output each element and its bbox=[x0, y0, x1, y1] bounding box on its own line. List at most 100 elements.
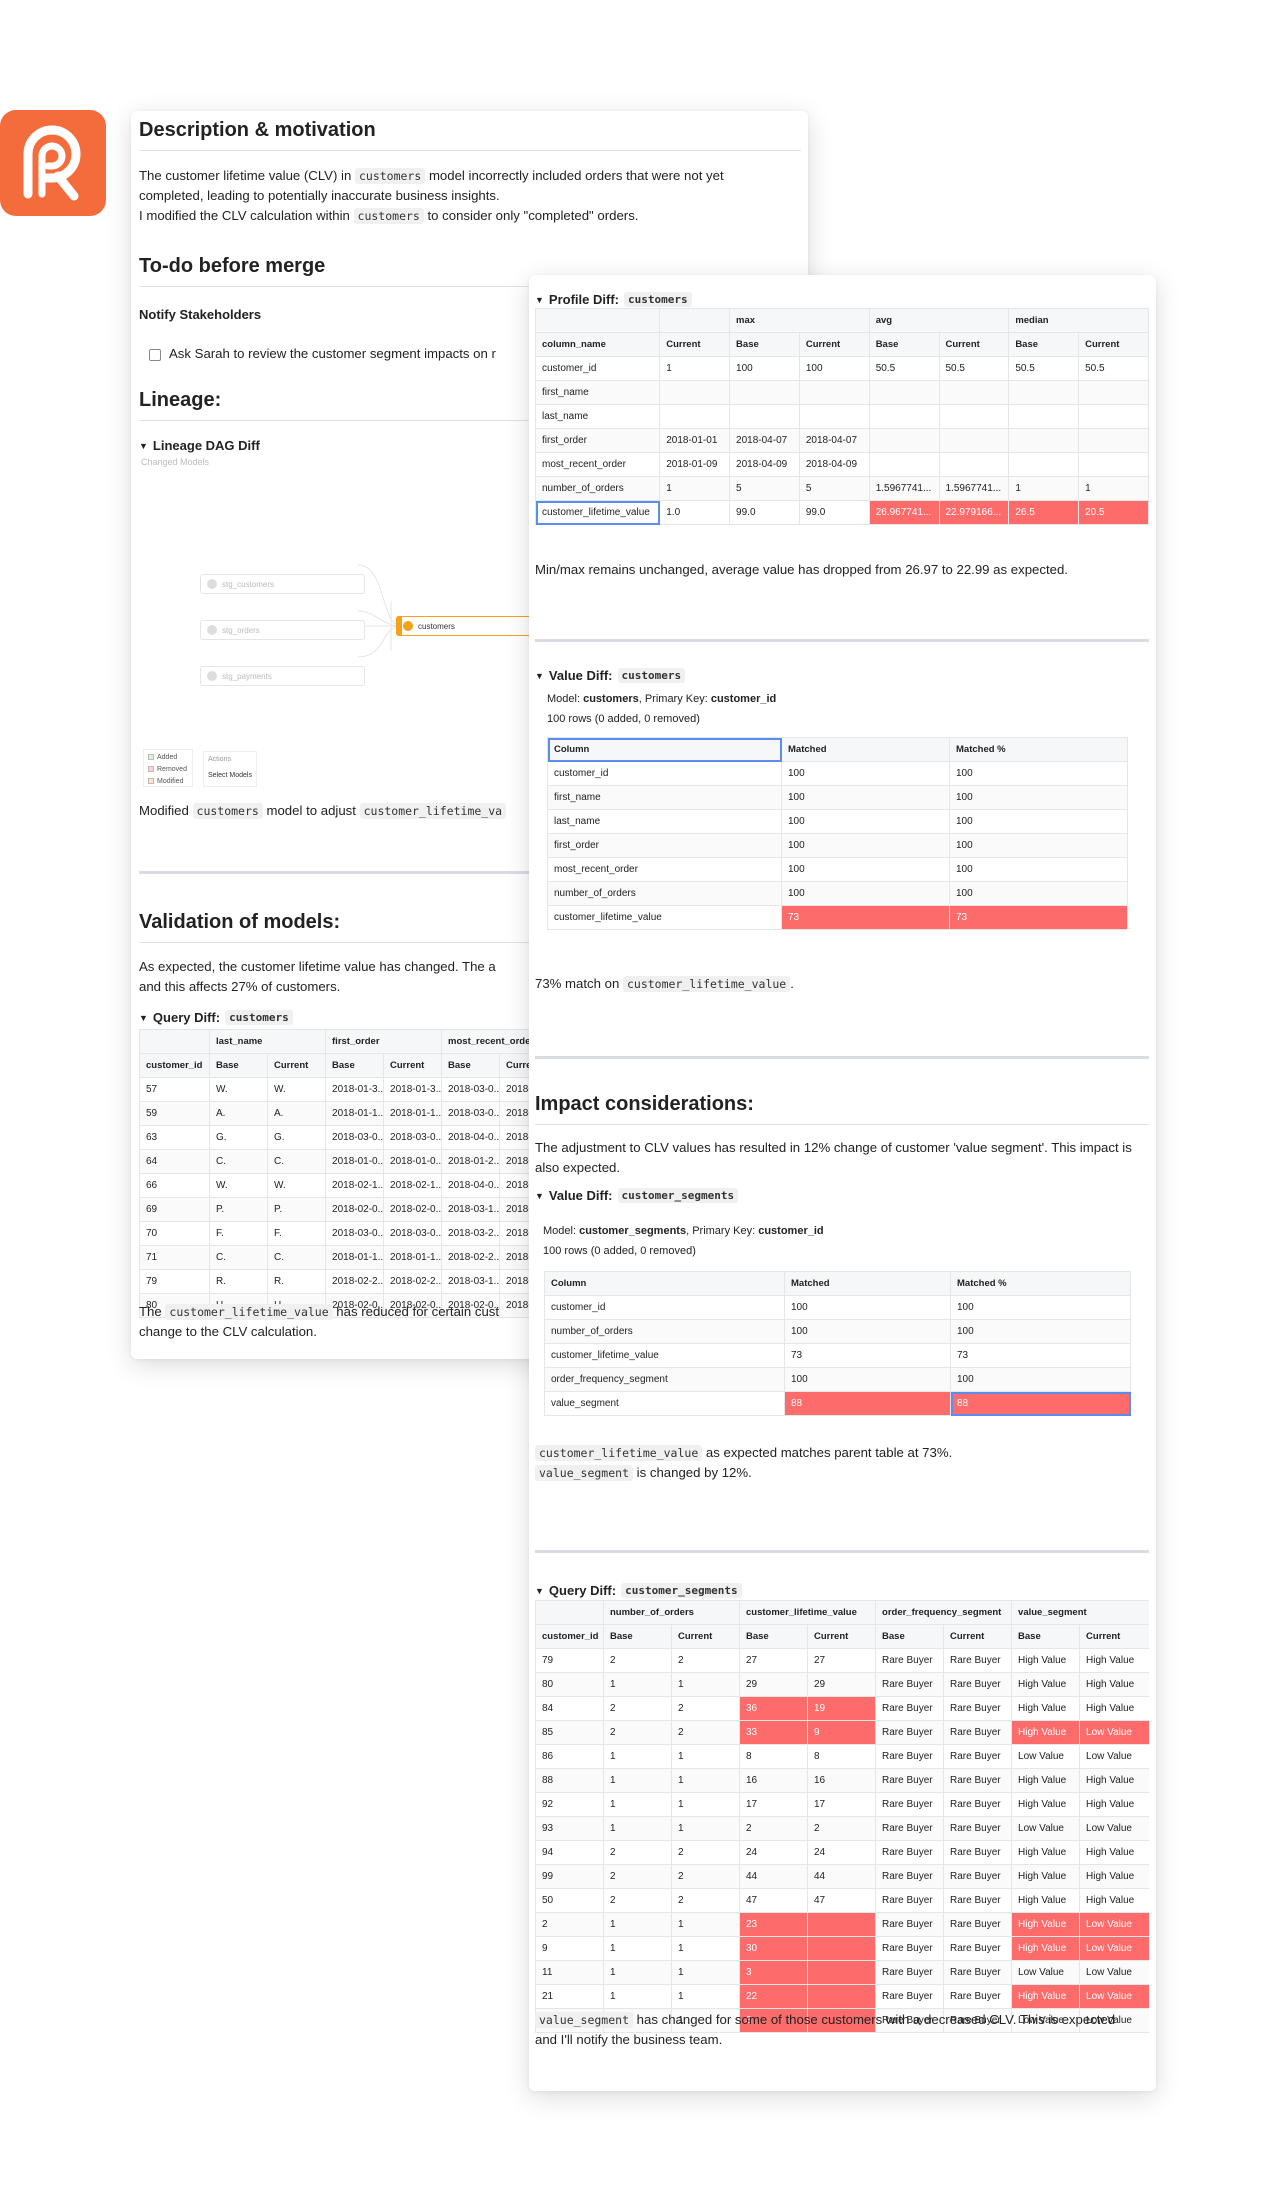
table-cell: 69 bbox=[139, 1197, 210, 1222]
table-cell bbox=[729, 380, 800, 405]
primary-key: customer_id bbox=[758, 1225, 824, 1237]
table-cell: 1 bbox=[671, 1792, 740, 1817]
table-cell: 1.5967741... bbox=[868, 476, 940, 501]
table-row: customer_lifetime_value 1.0 99.0 99.0 26.967… bbox=[535, 500, 1149, 525]
table-cell: Rare Buyer bbox=[943, 1960, 1013, 1985]
column-header: Base bbox=[1011, 1624, 1081, 1649]
query-diff-customers-table: last_name first_order most_recent_order … bbox=[139, 1029, 539, 1318]
table-cell: 1 bbox=[659, 356, 731, 381]
code-customers: customers bbox=[192, 803, 263, 819]
profile-diff-section[interactable]: ▼ Profile Diff: customers bbox=[535, 292, 692, 307]
table-cell: customer_lifetime_value bbox=[544, 1343, 785, 1368]
table-cell: 47 bbox=[806, 1888, 877, 1913]
table-cell: Rare Buyer bbox=[875, 1648, 945, 1673]
section-code: customers bbox=[623, 292, 692, 307]
table-row: number_of_orders 1 5 5 1.5967741... 1.5967741… bbox=[535, 476, 1149, 501]
table-cell: Rare Buyer bbox=[875, 1864, 945, 1889]
table-cell: 2018-03-0... bbox=[325, 1125, 385, 1150]
table-cell: 1.5967741... bbox=[938, 476, 1010, 501]
table-cell: 100 bbox=[781, 785, 950, 810]
primary-key: customer_id bbox=[710, 693, 777, 705]
table-cell: 1 bbox=[671, 1672, 740, 1697]
dag-node-stg-customers[interactable]: stg_customers bbox=[200, 574, 365, 594]
dag-node-stg-payments[interactable]: stg_payments bbox=[200, 666, 365, 686]
table-cell: 24 bbox=[806, 1840, 877, 1865]
table-cell: 1 bbox=[671, 1984, 740, 2009]
table-cell: 73 bbox=[784, 1343, 951, 1368]
table-cell: 17 bbox=[739, 1792, 808, 1817]
header-group-row: max avg median bbox=[535, 308, 1149, 333]
table-cell: 93 bbox=[535, 1816, 604, 1841]
section-label: Query Diff: bbox=[152, 1010, 221, 1025]
legend-label: Removed bbox=[157, 766, 187, 773]
section-code: customers bbox=[617, 668, 686, 683]
table-cell bbox=[1008, 452, 1080, 477]
table-cell bbox=[938, 404, 1010, 429]
table-cell: 2018-03-2... bbox=[441, 1221, 501, 1246]
table-cell: 66 bbox=[139, 1173, 210, 1198]
table-cell: 2018-01-3... bbox=[325, 1077, 385, 1102]
table-cell: High Value bbox=[1079, 1864, 1149, 1889]
table-cell: Rare Buyer bbox=[875, 1792, 945, 1817]
table-cell: 29 bbox=[739, 1672, 808, 1697]
table-row: 9 1 1 30 Rare Buyer Rare Buyer High Value Low V… bbox=[535, 1936, 1149, 1961]
table-cell: 1 bbox=[1008, 476, 1080, 501]
table-cell: 2018-01-01 bbox=[659, 428, 731, 453]
dag-node-stg-orders[interactable]: stg_orders bbox=[200, 620, 365, 640]
collapse-triangle-icon[interactable]: ▼ bbox=[535, 671, 544, 681]
table-cell: High Value bbox=[1011, 1888, 1081, 1913]
table-cell: 19 bbox=[806, 1696, 877, 1721]
collapse-triangle-icon[interactable]: ▼ bbox=[535, 295, 544, 305]
table-cell: Rare Buyer bbox=[875, 1840, 945, 1865]
table-cell bbox=[806, 1936, 877, 1961]
collapse-triangle-icon[interactable]: ▼ bbox=[139, 1013, 148, 1023]
table-row: 80 1 1 29 29 Rare Buyer Rare Buyer High Value Hi… bbox=[535, 1672, 1149, 1697]
table-row: customer_id 100 100 bbox=[547, 761, 1128, 786]
column-header: Matched % bbox=[950, 1271, 1131, 1296]
table-row: 94 2 2 24 24 Rare Buyer Rare Buyer High Value Hi… bbox=[535, 1840, 1149, 1865]
table-cell: 8 bbox=[739, 1744, 808, 1769]
table-cell: Rare Buyer bbox=[943, 1744, 1013, 1769]
header-cell bbox=[535, 1600, 604, 1625]
header-group-row: number_of_orders customer_lifetime_value… bbox=[535, 1600, 1149, 1625]
value-diff-segments-section[interactable]: ▼ Value Diff: customer_segments bbox=[535, 1188, 739, 1203]
table-cell: 3 bbox=[739, 1960, 808, 1985]
table-row: 79 R. R. 2018-02-2... 2018-02-2... 2018-03-1.… bbox=[139, 1269, 539, 1294]
query-diff-segments-section[interactable]: ▼ Query Diff: customer_segments bbox=[535, 1583, 742, 1598]
table-cell: High Value bbox=[1079, 1840, 1149, 1865]
table-cell: customer_id bbox=[535, 356, 661, 381]
table-row: 21 1 1 22 Rare Buyer Rare Buyer High Value Low … bbox=[535, 1984, 1149, 2009]
select-models-button[interactable]: Select Models bbox=[208, 770, 252, 782]
header-group: number_of_orders bbox=[603, 1600, 740, 1625]
table-cell: High Value bbox=[1079, 1648, 1149, 1673]
table-cell bbox=[1008, 404, 1080, 429]
text: The adjustment to CLV values has resulte… bbox=[535, 1140, 1132, 1155]
header-group: value_segment bbox=[1011, 1600, 1149, 1625]
table-cell: 2 bbox=[671, 1864, 740, 1889]
column-header: column_name bbox=[535, 332, 661, 357]
section-label: Value Diff: bbox=[548, 668, 613, 683]
collapse-triangle-icon[interactable]: ▼ bbox=[535, 1586, 544, 1596]
table-cell: 2018-04-07 bbox=[729, 428, 800, 453]
table-row: value_segment 88 88 bbox=[544, 1391, 1131, 1416]
table-row: 57 W. W. 2018-01-3... 2018-01-3... 2018-03-0.… bbox=[139, 1077, 539, 1102]
dag-node-customers[interactable]: customers bbox=[396, 616, 546, 636]
table-cell: last_name bbox=[535, 404, 661, 429]
collapse-triangle-icon[interactable]: ▼ bbox=[535, 1191, 544, 1201]
table-cell bbox=[868, 380, 940, 405]
query-diff-customers-section[interactable]: ▼ Query Diff: customers bbox=[139, 1010, 293, 1025]
text: also expected. bbox=[535, 1160, 621, 1175]
table-cell: 9 bbox=[535, 1936, 604, 1961]
table-cell: Low Value bbox=[1079, 1912, 1149, 1937]
table-cell: 44 bbox=[739, 1864, 808, 1889]
actions-label: Actions bbox=[208, 756, 231, 763]
table-cell: 2 bbox=[603, 1888, 672, 1913]
table-cell: 2018-04-0... bbox=[441, 1125, 501, 1150]
table-cell: Rare Buyer bbox=[943, 1768, 1013, 1793]
value-diff-customers-section[interactable]: ▼ Value Diff: customers bbox=[535, 668, 686, 683]
model-name: customers bbox=[583, 693, 639, 705]
table-cell: Rare Buyer bbox=[943, 1648, 1013, 1673]
table-row: order_frequency_segment 100 100 bbox=[544, 1367, 1131, 1392]
table-cell: number_of_orders bbox=[544, 1319, 785, 1344]
removed-swatch bbox=[148, 766, 154, 773]
